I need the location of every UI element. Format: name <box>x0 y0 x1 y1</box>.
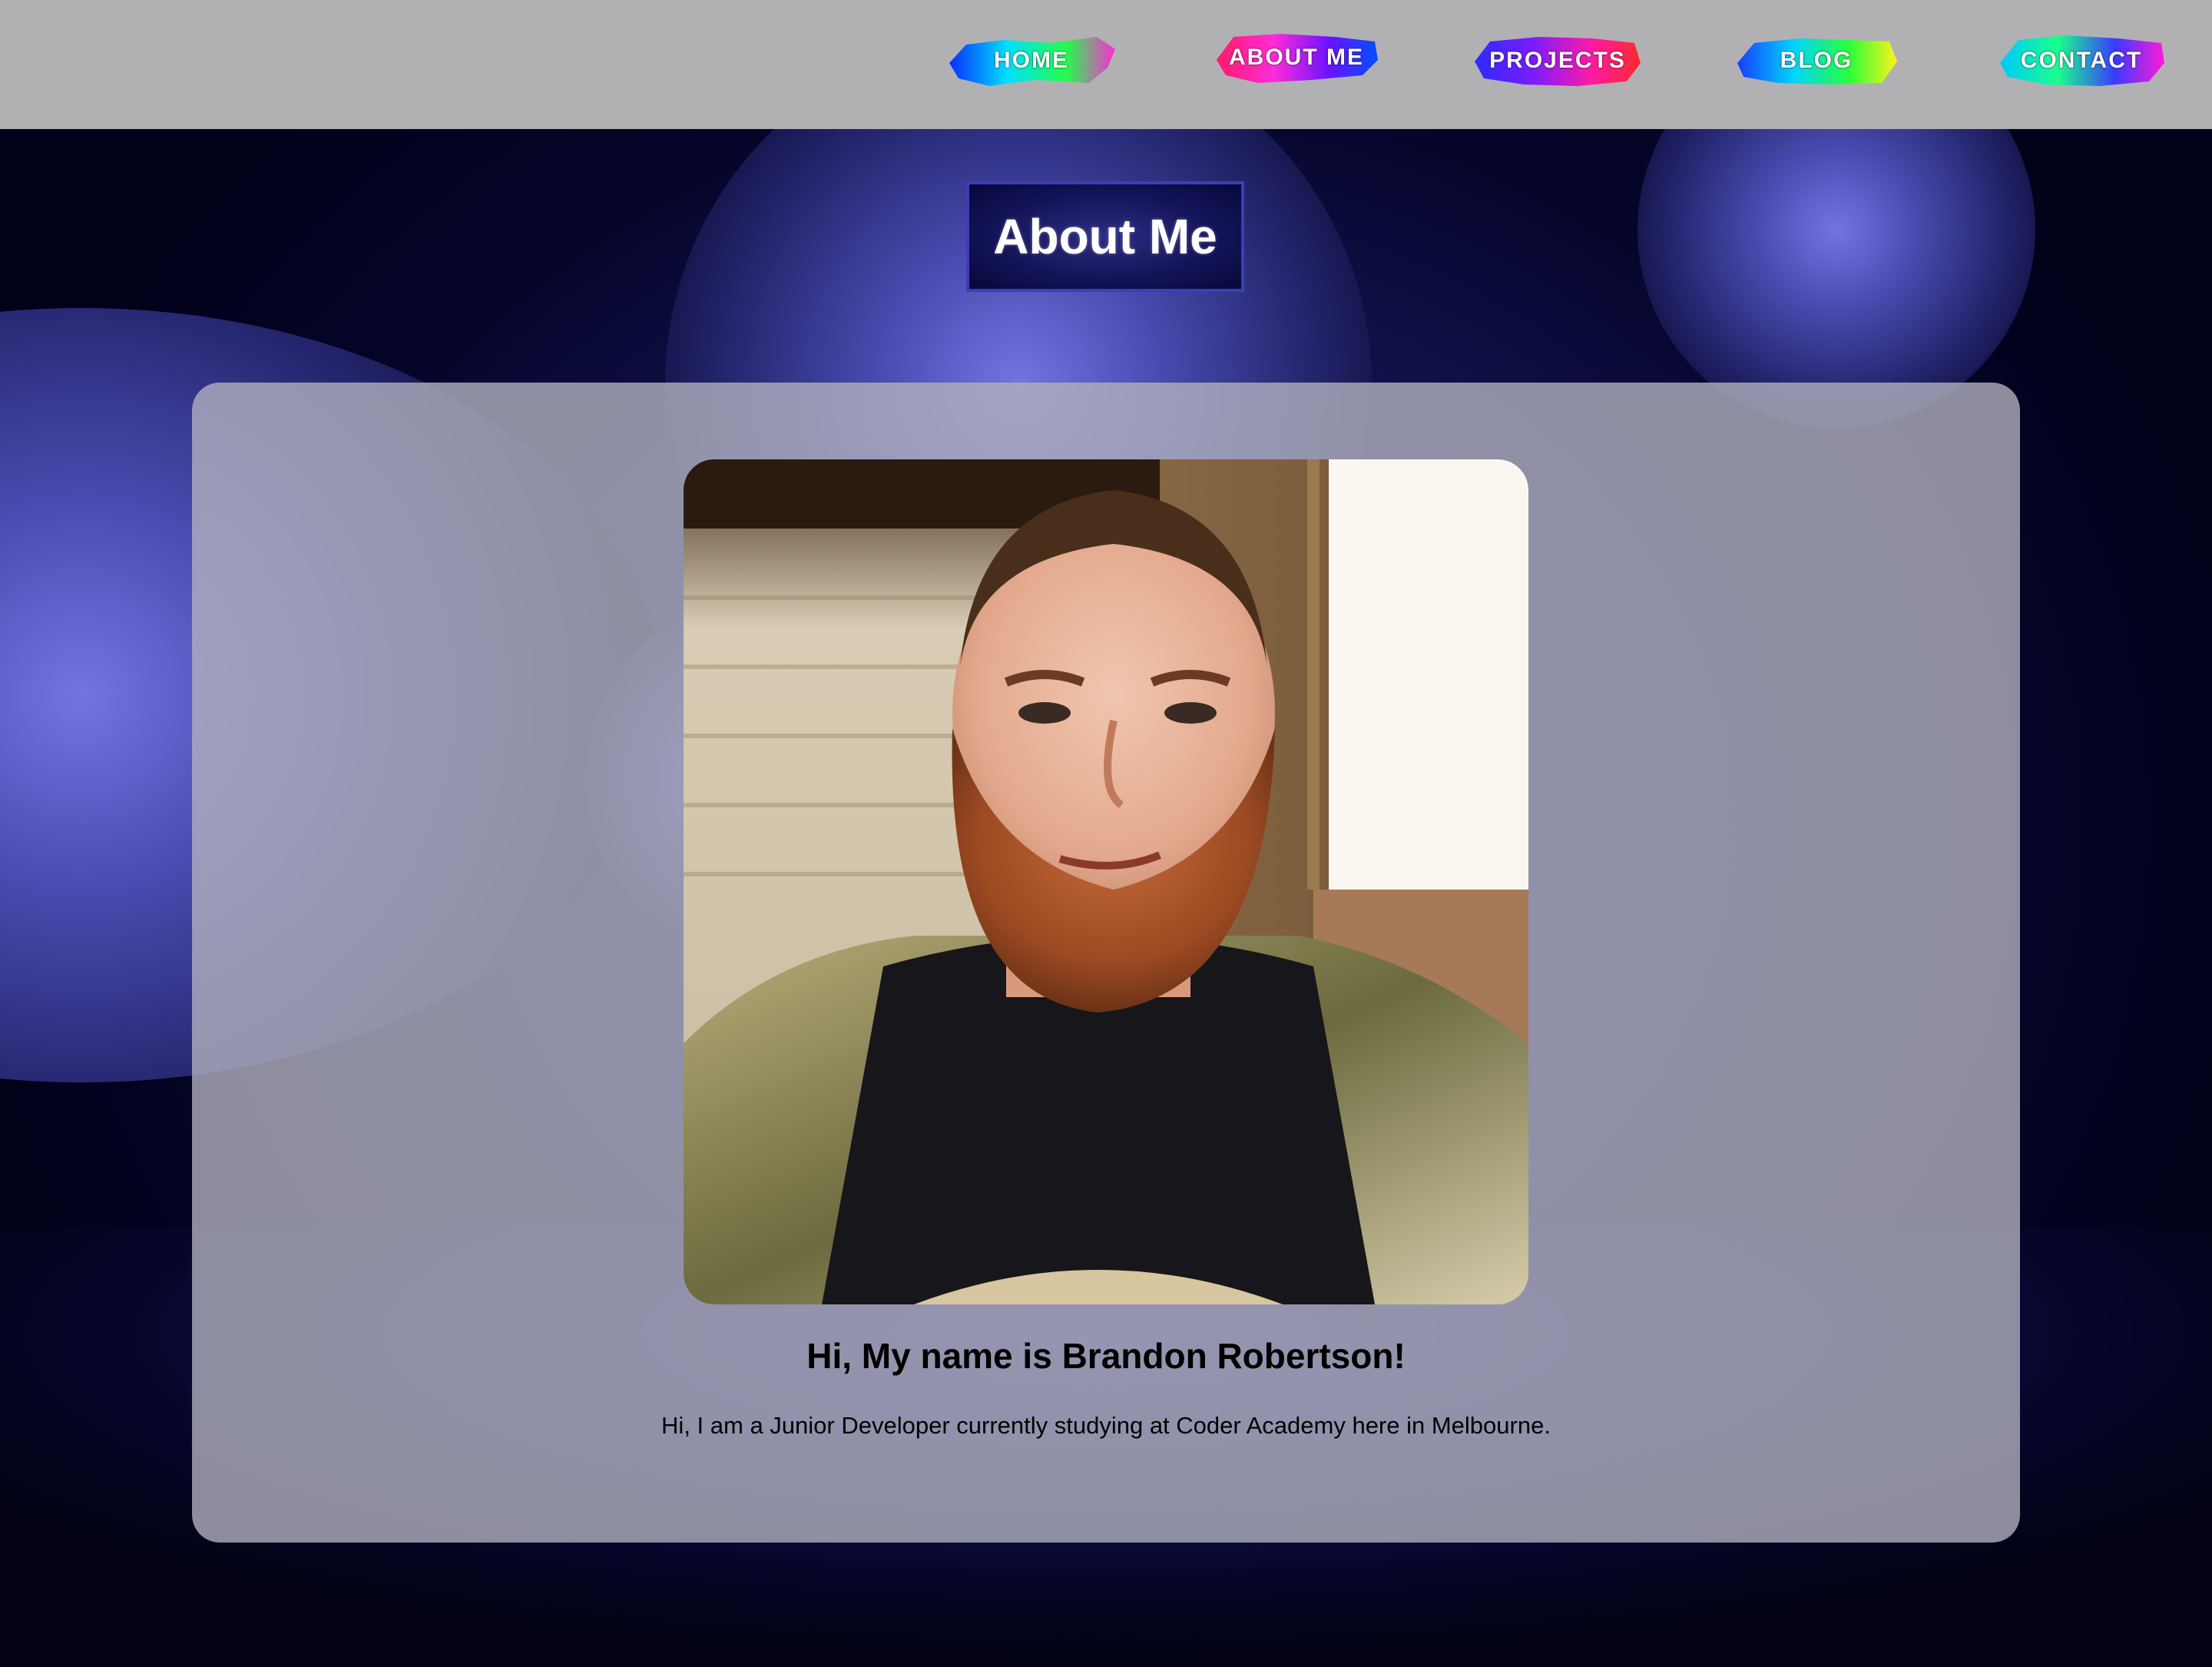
page-title-box: About Me <box>966 181 1244 292</box>
bio-text: Hi, I am a Junior Developer currently st… <box>661 1412 1551 1439</box>
profile-photo <box>684 459 1528 1304</box>
about-card: Hi, My name is Brandon Robertson! Hi, I … <box>192 383 2020 1543</box>
page-title: About Me <box>993 209 1217 264</box>
top-navbar: HOME ABOUT ME PROJECTS BLOG CONTACT <box>0 0 2212 129</box>
nav-link-blog[interactable]: BLOG <box>1731 29 1902 92</box>
nav-link-home[interactable]: HOME <box>943 29 1120 92</box>
nav-link-about[interactable]: ABOUT ME <box>1212 29 1381 92</box>
nav-label-contact: CONTACT <box>2020 48 2143 73</box>
nav-label-projects: PROJECTS <box>1489 48 1626 73</box>
nav-label-home: HOME <box>994 48 1069 73</box>
greeting-heading: Hi, My name is Brandon Robertson! <box>806 1336 1406 1376</box>
nav-label-about: ABOUT ME <box>1229 45 1364 70</box>
nav-link-projects[interactable]: PROJECTS <box>1470 29 1645 92</box>
portrait-image <box>684 459 1528 1304</box>
nav-label-blog: BLOG <box>1780 48 1853 73</box>
nav-link-contact[interactable]: CONTACT <box>1995 29 2167 92</box>
